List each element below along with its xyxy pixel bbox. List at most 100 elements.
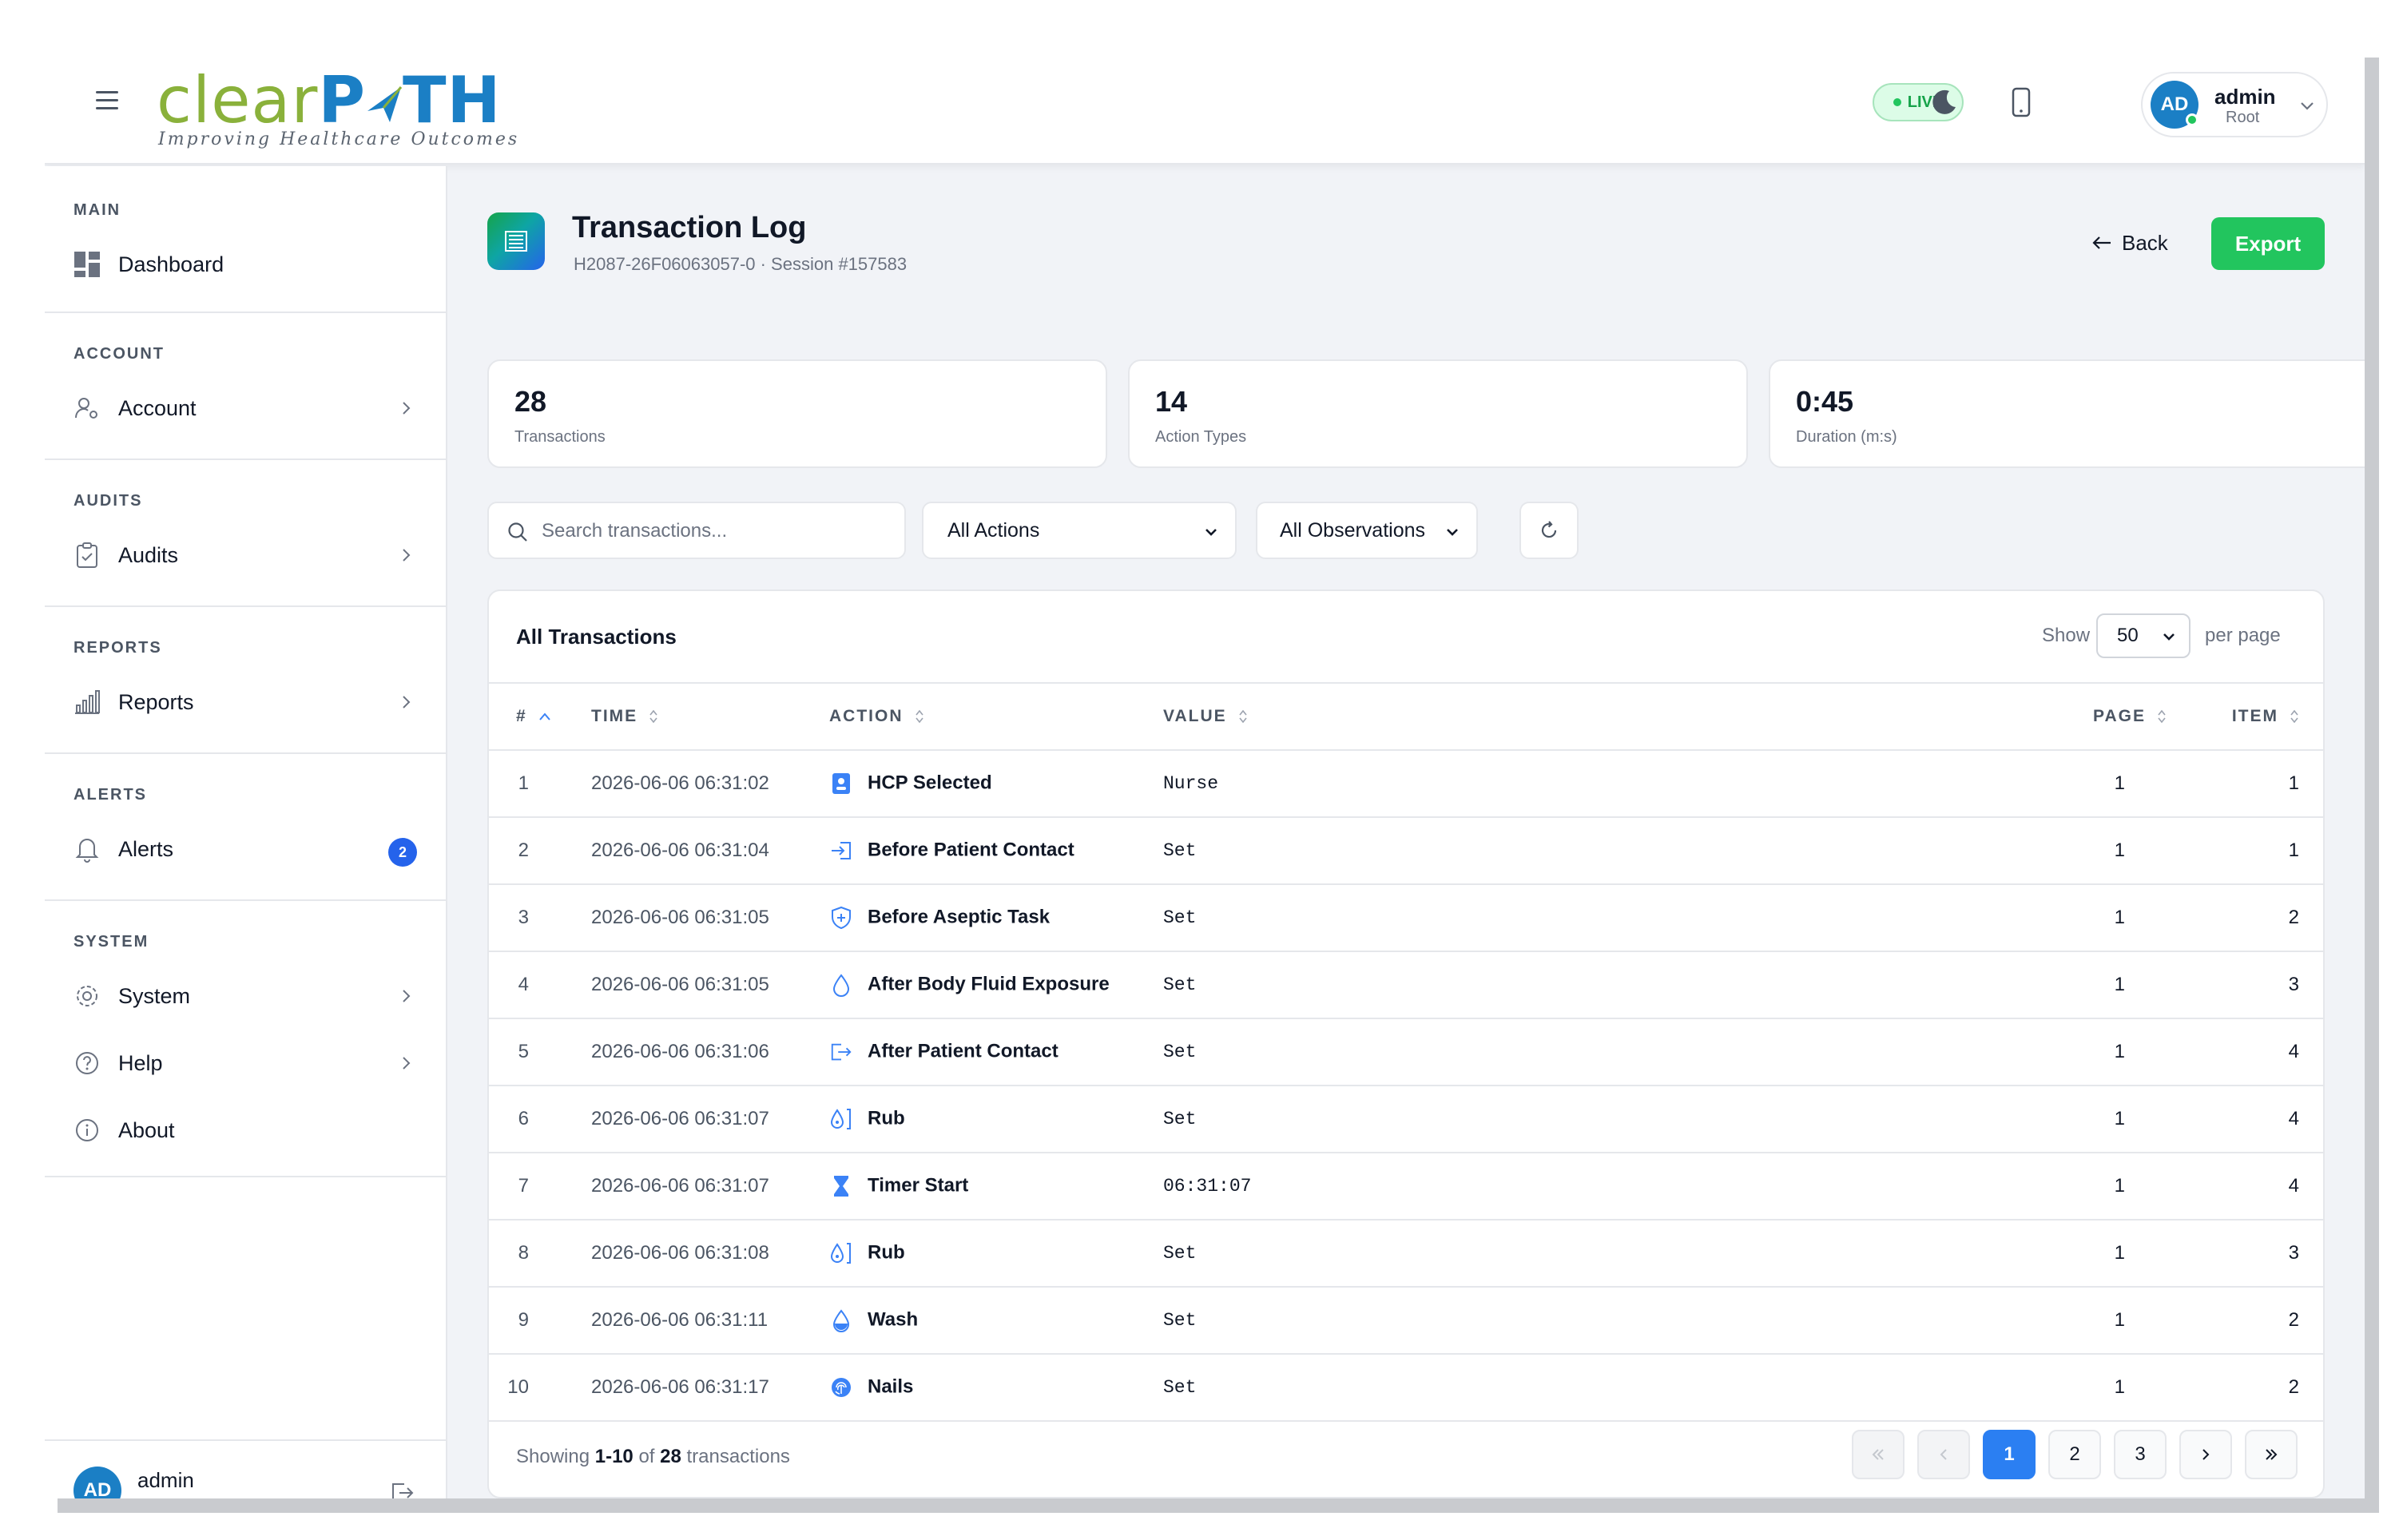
sort-asc-icon (538, 712, 550, 721)
table-row[interactable]: 10 2026-06-06 06:31:17 Nails Set 1 2 (489, 1354, 2323, 1421)
column-header-time[interactable]: TIME (561, 682, 797, 751)
sidebar-item-help[interactable]: Help (45, 1030, 446, 1097)
arrow-left-icon (2092, 236, 2111, 249)
cell-num: 8 (518, 1242, 529, 1264)
sort-icon (915, 710, 923, 724)
section-title: SYSTEM (73, 933, 149, 951)
menu-toggle-icon[interactable] (96, 91, 118, 110)
paper-plane-icon (367, 86, 403, 122)
cell-value: Set (1163, 907, 1197, 928)
section-title: ALERTS (73, 786, 147, 804)
back-button[interactable]: Back (2091, 224, 2168, 262)
hourglass-icon (829, 1174, 853, 1198)
sidebar-user-name: admin (137, 1468, 194, 1492)
water-drop-icon (829, 1308, 853, 1332)
cell-item: 1 (2288, 839, 2299, 861)
select-value: All Actions (947, 518, 1040, 542)
sidebar-item-dashboard[interactable]: Dashboard (45, 231, 446, 298)
cell-action: Wash (797, 1287, 1136, 1354)
cell-action: Before Aseptic Task (797, 884, 1136, 951)
sidebar-item-label: Reports (118, 689, 194, 714)
column-header-action[interactable]: ACTION (797, 682, 1136, 751)
chevron-left-icon (1940, 1449, 1947, 1460)
cell-time: 2026-06-06 06:31:17 (591, 1376, 769, 1398)
mobile-device-icon[interactable] (2002, 83, 2040, 121)
back-label: Back (2122, 230, 2168, 255)
sidebar-section-system: SYSTEM System Help About (45, 901, 446, 1177)
table-row[interactable]: 5 2026-06-06 06:31:06 After Patient Contac… (489, 1018, 2323, 1086)
sidebar-item-account[interactable]: Account (45, 375, 446, 442)
cell-value: Nurse (1163, 773, 1219, 794)
sidebar-user-card: AD admin Root (45, 1439, 446, 1498)
panel-title: All Transactions (516, 625, 677, 649)
clearpath-logo[interactable]: clearP TH Improving Healthcare Outcomes (157, 69, 519, 150)
cell-page: 1 (2114, 1108, 2125, 1129)
user-menu[interactable]: AD admin Root (2141, 72, 2328, 137)
per-page-select[interactable]: 50 (2096, 613, 2191, 658)
top-bar: clearP TH Improving Healthcare Outcomes L… (45, 45, 2365, 165)
cell-time: 2026-06-06 06:31:07 (591, 1108, 769, 1129)
sidebar-item-alerts[interactable]: Alerts 2 (45, 816, 446, 883)
dark-mode-moon-icon[interactable] (1925, 83, 1964, 121)
table-row[interactable]: 3 2026-06-06 06:31:05 Before Aseptic Task S… (489, 884, 2323, 951)
actions-filter-select[interactable]: All Actions (922, 502, 1237, 559)
observations-filter-select[interactable]: All Observations (1256, 502, 1478, 559)
prev-page-button[interactable] (1917, 1430, 1970, 1479)
next-page-button[interactable] (2179, 1430, 2232, 1479)
cell-action: Rub (797, 1220, 1136, 1287)
id-badge-icon (829, 772, 853, 796)
select-value: All Observations (1280, 518, 1426, 542)
cell-page: 1 (2114, 1175, 2125, 1197)
action-label: Before Aseptic Task (868, 906, 1051, 928)
chevron-right-icon (2202, 1449, 2210, 1460)
bar-chart-icon (73, 689, 101, 716)
sidebar-item-about[interactable]: About (45, 1097, 446, 1164)
cell-value: Set (1163, 840, 1197, 861)
page-button-1[interactable]: 1 (1983, 1430, 2036, 1479)
table-row[interactable]: 7 2026-06-06 06:31:07 Timer Start 06:31:07 1… (489, 1153, 2323, 1220)
sidebar-section-main: MAIN Dashboard (45, 166, 446, 313)
table-row[interactable]: 2 2026-06-06 06:31:04 Before Patient Conta… (489, 817, 2323, 884)
export-button[interactable]: Export (2211, 217, 2325, 270)
search-icon (508, 522, 527, 542)
table-row[interactable]: 6 2026-06-06 06:31:07 Rub Set 1 4 (489, 1086, 2323, 1153)
cell-item: 3 (2288, 1242, 2299, 1264)
sidebar-item-system[interactable]: System (45, 963, 446, 1030)
stat-label: Action Types (1155, 428, 1247, 446)
table-row[interactable]: 9 2026-06-06 06:31:11 Wash Set 1 2 (489, 1287, 2323, 1354)
avatar: AD (73, 1467, 121, 1498)
action-label: Before Patient Contact (868, 839, 1074, 861)
action-label: Wash (868, 1308, 919, 1331)
cell-action: After Body Fluid Exposure (797, 951, 1136, 1018)
cell-num: 7 (518, 1175, 529, 1197)
stat-card-duration: 0:45 Duration (m:s) (1769, 359, 2365, 468)
column-header-num[interactable]: # (489, 682, 561, 751)
table-row[interactable]: 1 2026-06-06 06:31:02 HCP Selected Nurse 1 1 (489, 750, 2323, 817)
sidebar-item-reports[interactable]: Reports (45, 669, 446, 736)
sidebar-item-label: Alerts (118, 836, 174, 861)
search-input[interactable] (542, 514, 893, 548)
cell-num: 9 (518, 1309, 529, 1331)
last-page-button[interactable] (2245, 1430, 2298, 1479)
page-button-2[interactable]: 2 (2048, 1430, 2101, 1479)
cell-num: 4 (518, 974, 529, 995)
column-header-page[interactable]: PAGE (2036, 682, 2179, 751)
cell-item: 4 (2288, 1175, 2299, 1197)
page-button-3[interactable]: 3 (2114, 1430, 2167, 1479)
refresh-button[interactable] (1519, 502, 1579, 559)
sidebar-item-audits[interactable]: Audits (45, 522, 446, 589)
clipboard-check-icon (73, 542, 101, 569)
column-header-value[interactable]: VALUE (1136, 682, 2036, 751)
show-label: Show (2042, 625, 2091, 646)
section-title: REPORTS (73, 639, 162, 657)
help-circle-icon (73, 1050, 101, 1077)
table-row[interactable]: 4 2026-06-06 06:31:05 After Body Fluid Exp… (489, 951, 2323, 1018)
stat-label: Transactions (514, 428, 606, 446)
cell-time: 2026-06-06 06:31:07 (591, 1175, 769, 1197)
logout-icon[interactable] (390, 1481, 415, 1498)
first-page-button[interactable] (1852, 1430, 1905, 1479)
column-header-item[interactable]: ITEM (2179, 682, 2323, 751)
stat-label: Duration (m:s) (1796, 428, 1897, 446)
table-row[interactable]: 8 2026-06-06 06:31:08 Rub Set 1 3 (489, 1220, 2323, 1287)
cell-num: 6 (518, 1108, 529, 1129)
